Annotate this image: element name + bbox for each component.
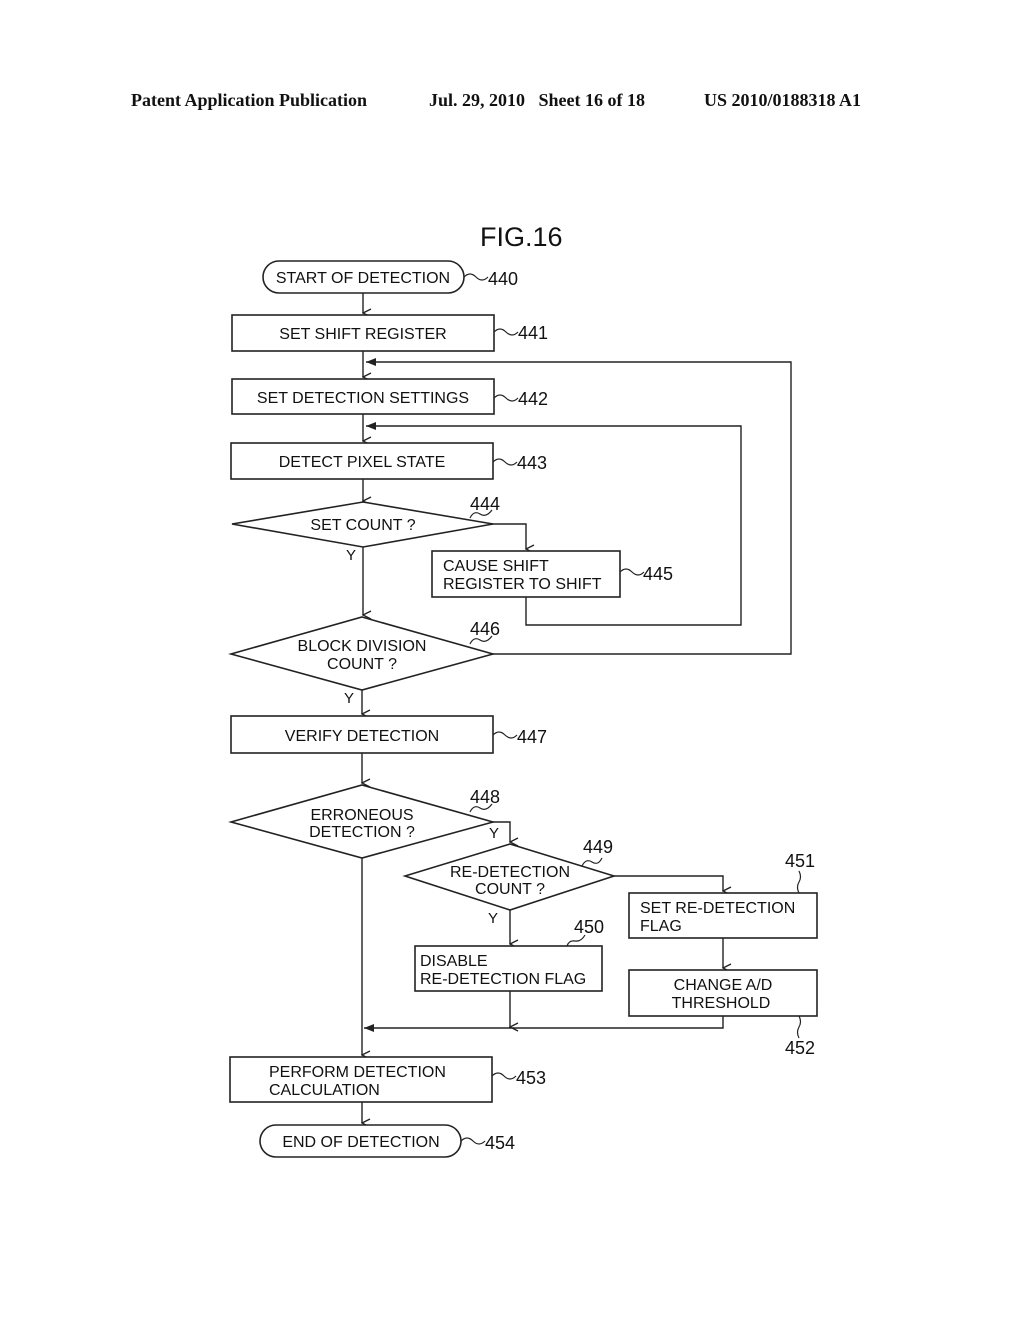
node-label: START OF DETECTION (276, 270, 450, 287)
yes-label: Y (344, 690, 354, 707)
node-label: VERIFY DETECTION (285, 728, 439, 745)
node-label-line2: THRESHOLD (672, 995, 771, 1012)
node-cause-shift-register-to-shift: CAUSE SHIFT REGISTER TO SHIFT 445 (431, 550, 673, 598)
node-label-line1: RE-DETECTION (450, 864, 570, 881)
node-label-line2: COUNT ? (327, 656, 397, 673)
ref-number: 443 (517, 453, 547, 473)
yes-label: Y (488, 910, 498, 927)
ref-number: 453 (516, 1068, 546, 1088)
ref-number: 440 (488, 269, 518, 289)
node-label: DETECT PIXEL STATE (279, 454, 446, 471)
edge-449-451 (613, 875, 723, 891)
node-label-line2: COUNT ? (475, 881, 545, 898)
ref-number: 445 (643, 564, 673, 584)
node-label-line1: PERFORM DETECTION (269, 1064, 446, 1081)
node-perform-detection-calculation: PERFORM DETECTION CALCULATION 453 (229, 1056, 546, 1103)
node-start-of-detection: START OF DETECTION 440 (262, 260, 518, 294)
ref-number: 450 (574, 917, 604, 937)
node-label-line1: ERRONEOUS (310, 807, 413, 824)
node-block-division-count-decision: BLOCK DIVISION COUNT ? 446 Y (228, 616, 500, 707)
ref-number: 446 (470, 619, 500, 639)
node-label: END OF DETECTION (282, 1134, 439, 1151)
ref-number: 451 (785, 851, 815, 871)
ref-number: 454 (485, 1133, 515, 1153)
node-label-line2: RE-DETECTION FLAG (420, 971, 586, 988)
edge-452-merge (364, 1016, 724, 1029)
node-label-line1: CHANGE A/D (674, 977, 773, 994)
node-label-line2: DETECTION ? (309, 824, 415, 841)
node-end-of-detection: END OF DETECTION 454 (259, 1124, 515, 1158)
flowchart: FIG.16 START OF DETECTION 440 SET SHIFT … (228, 222, 818, 1158)
ref-number: 448 (470, 787, 500, 807)
node-set-re-detection-flag: SET RE-DETECTION FLAG 451 (628, 851, 818, 939)
node-label-line1: SET RE-DETECTION (640, 900, 795, 917)
node-detect-pixel-state: DETECT PIXEL STATE 443 (230, 442, 547, 480)
node-erroneous-detection-decision: ERRONEOUS DETECTION ? 448 Y (228, 784, 500, 859)
node-label: SET SHIFT REGISTER (279, 326, 446, 343)
node-label: SET DETECTION SETTINGS (257, 390, 469, 407)
node-change-ad-threshold: CHANGE A/D THRESHOLD 452 (628, 969, 818, 1058)
figure-title: FIG.16 (480, 222, 563, 252)
node-label-line1: BLOCK DIVISION (298, 638, 427, 655)
node-label-line1: CAUSE SHIFT (443, 558, 549, 575)
arrowhead-445-443 (366, 422, 376, 430)
ref-number: 442 (518, 389, 548, 409)
node-label-line1: DISABLE (420, 953, 488, 970)
node-label-line2: FLAG (640, 918, 682, 935)
arrowhead-446-442 (366, 358, 376, 366)
node-label-line2: CALCULATION (269, 1082, 380, 1099)
node-label: SET COUNT ? (310, 517, 415, 534)
ref-number: 447 (517, 727, 547, 747)
ref-number: 449 (583, 837, 613, 857)
arrowhead-merge (364, 1024, 374, 1032)
ref-number: 452 (785, 1038, 815, 1058)
node-set-detection-settings: SET DETECTION SETTINGS 442 (231, 378, 548, 415)
edge-444-445 (492, 523, 526, 549)
yes-label: Y (346, 547, 356, 564)
yes-label: Y (489, 825, 499, 842)
ref-number: 444 (470, 494, 500, 514)
node-label-line2: REGISTER TO SHIFT (443, 576, 602, 593)
ref-number: 441 (518, 323, 548, 343)
node-set-shift-register: SET SHIFT REGISTER 441 (231, 314, 548, 352)
node-verify-detection: VERIFY DETECTION 447 (230, 715, 547, 754)
